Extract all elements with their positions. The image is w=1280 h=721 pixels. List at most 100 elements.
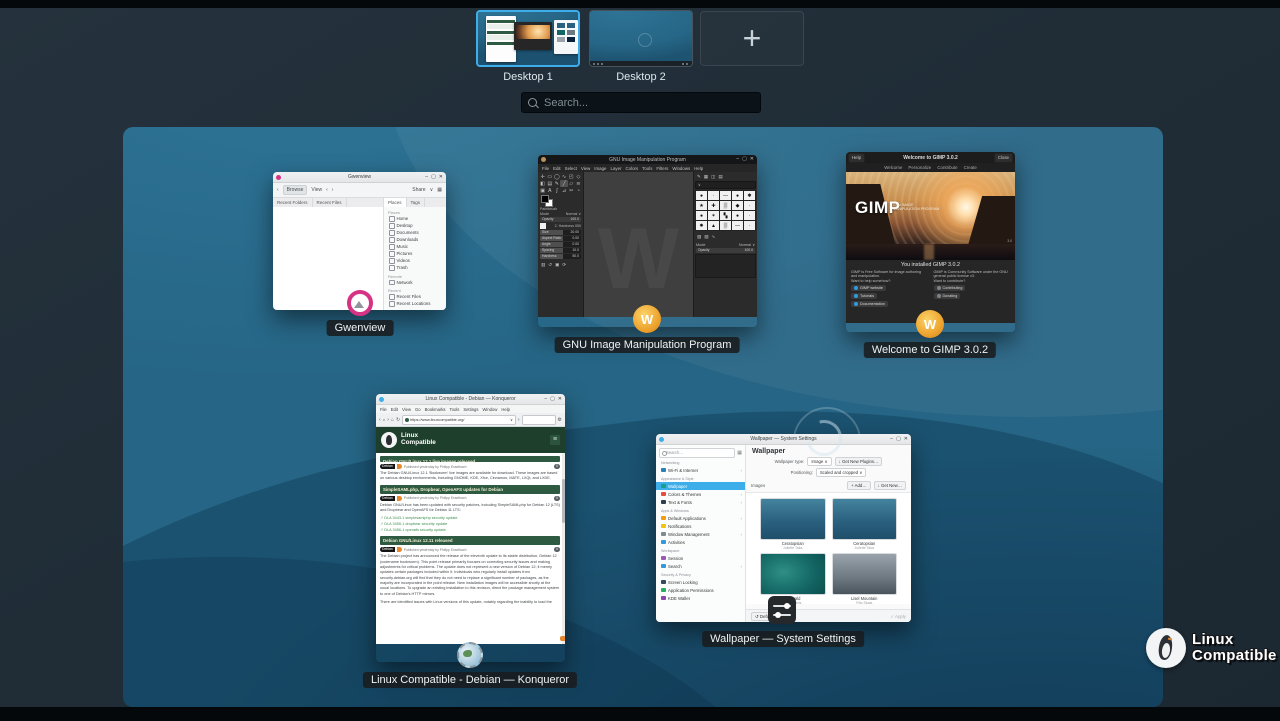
go-icon[interactable]: › bbox=[518, 417, 520, 423]
article-heading[interactable]: Debian GNU/Linux 12.11 released bbox=[380, 536, 560, 545]
konqueror-menu-item[interactable]: File bbox=[380, 407, 387, 412]
channels-tab-icon[interactable]: ▨ bbox=[704, 234, 708, 240]
scrollbar[interactable] bbox=[562, 453, 565, 644]
gwenview-tab[interactable]: Recent Folders bbox=[273, 198, 313, 207]
web-search-box[interactable] bbox=[522, 415, 556, 425]
layer-opacity-slider[interactable]: Opacity100.0 bbox=[696, 248, 755, 253]
brush-cell[interactable]: — bbox=[720, 191, 731, 200]
welcome-tab[interactable]: Create bbox=[964, 165, 977, 170]
konqueror-menu-item[interactable]: Settings bbox=[463, 407, 478, 412]
layers-list[interactable] bbox=[695, 254, 756, 278]
brush-cell[interactable]: ● bbox=[732, 211, 743, 220]
tool-icon[interactable]: ▱ bbox=[568, 180, 575, 187]
opacity-slider[interactable]: Opacity100.0 bbox=[540, 217, 581, 222]
page-content[interactable]: Debian GNU/Linux 12.1 live images releas… bbox=[376, 453, 565, 644]
positioning-select[interactable]: Scaled and cropped ∨ bbox=[816, 468, 867, 477]
back-icon[interactable]: ‹ bbox=[277, 187, 279, 193]
settings-sidebar-item[interactable]: Default Applications › bbox=[656, 514, 745, 522]
gimp-menu-item[interactable]: File bbox=[542, 166, 549, 171]
chevron-down-icon[interactable]: ∨ bbox=[510, 417, 513, 422]
places-tab[interactable]: Places bbox=[384, 198, 407, 207]
places-item[interactable]: Recent Files bbox=[389, 294, 446, 300]
delete-tool-preset-icon[interactable]: ▣ bbox=[555, 262, 559, 268]
tool-icon[interactable]: ◯ bbox=[553, 173, 560, 180]
browse-button[interactable]: Browse bbox=[283, 185, 308, 195]
patterns-tab-icon[interactable]: ▦ bbox=[704, 174, 708, 180]
previous-icon[interactable]: ‹ bbox=[326, 187, 328, 193]
gimp-menu-item[interactable]: View bbox=[581, 166, 590, 171]
view-button[interactable]: View bbox=[311, 187, 322, 193]
add-desktop-button[interactable]: + bbox=[700, 11, 804, 66]
settings-sidebar-item[interactable]: Wallpaper bbox=[656, 482, 745, 490]
konqueror-menu-item[interactable]: Help bbox=[501, 407, 510, 412]
welcome-tab[interactable]: Contribute bbox=[937, 165, 957, 170]
places-item[interactable]: Network bbox=[389, 280, 446, 286]
settings-sidebar-item[interactable]: Colors & Themes › bbox=[656, 490, 745, 498]
fg-bg-color-swatch[interactable] bbox=[541, 195, 553, 206]
welcome-tab[interactable]: Personalize bbox=[908, 165, 931, 170]
places-item[interactable]: Music bbox=[389, 244, 446, 250]
desktop-1-thumbnail[interactable] bbox=[476, 10, 580, 67]
add-image-button[interactable]: + Add… bbox=[847, 481, 870, 490]
brush-cell[interactable]: ▒ bbox=[720, 221, 731, 230]
tool-icon[interactable]: ▤ bbox=[546, 180, 553, 187]
brush-cell[interactable]: ✸ bbox=[696, 221, 707, 230]
tool-icon[interactable]: ◇ bbox=[575, 173, 582, 180]
konqueror-menu-item[interactable]: Bookmarks bbox=[425, 407, 446, 412]
konqueror-menu-item[interactable]: Edit bbox=[391, 407, 398, 412]
window-konqueror[interactable]: Linux Compatible - Debian — Konqueror –▢… bbox=[376, 394, 565, 662]
get-new-wallpapers-button[interactable]: ↓ Get New… bbox=[874, 481, 906, 490]
tool-icon[interactable]: ⊿ bbox=[560, 187, 567, 194]
settings-sidebar-item[interactable]: Text & Fonts › bbox=[656, 498, 745, 506]
tool-icon[interactable]: ╱ bbox=[560, 180, 567, 187]
window-controls[interactable]: –▢✕ bbox=[736, 157, 757, 162]
chevron-down-icon[interactable]: ∨ bbox=[383, 418, 386, 422]
tool-icon[interactable]: ∿ bbox=[560, 173, 567, 180]
settings-sidebar-item[interactable]: Search › bbox=[656, 562, 745, 570]
settings-sidebar-item[interactable]: KDE Wallet bbox=[656, 594, 745, 602]
gimp-menu-item[interactable]: Edit bbox=[553, 166, 561, 171]
gimp-menu-item[interactable]: Colors bbox=[625, 166, 638, 171]
brushes-tab-icon[interactable]: ✎ bbox=[697, 174, 701, 180]
settings-sidebar-item[interactable]: Wi-Fi & Internet › bbox=[656, 466, 745, 474]
window-system-settings[interactable]: Wallpaper — System Settings –▢✕ Search… … bbox=[656, 434, 911, 622]
tool-icon[interactable]: ✂ bbox=[568, 187, 575, 194]
tool-icon[interactable]: ✛ bbox=[539, 173, 546, 180]
window-controls[interactable]: –▢✕ bbox=[544, 397, 565, 402]
close-button[interactable]: Close bbox=[994, 153, 1013, 163]
brush-cell[interactable]: · bbox=[708, 191, 719, 200]
welcome-link-button[interactable]: GIMP website bbox=[851, 285, 886, 291]
gimp-canvas[interactable]: W bbox=[584, 172, 693, 317]
konqueror-menu-item[interactable]: Window bbox=[482, 407, 497, 412]
tool-icon[interactable]: ✎ bbox=[553, 180, 560, 187]
brush-cell[interactable]: ✶ bbox=[708, 211, 719, 220]
wallpaper-thumbnail[interactable] bbox=[760, 498, 826, 540]
grid-view-icon[interactable]: ▦ bbox=[437, 187, 442, 193]
tool-icon[interactable]: ◰ bbox=[568, 173, 575, 180]
get-new-plugins-button[interactable]: ↓ Get New Plugins… bbox=[835, 457, 883, 466]
layers-tab-icon[interactable]: ▧ bbox=[697, 234, 701, 240]
desktop-1-label[interactable]: Desktop 1 bbox=[503, 71, 553, 83]
places-item[interactable]: Trash bbox=[389, 265, 446, 271]
places-item[interactable]: Home bbox=[389, 216, 446, 222]
brush-cell[interactable]: · bbox=[744, 221, 755, 230]
window-controls[interactable]: –▢✕ bbox=[890, 437, 911, 442]
konqueror-menu-item[interactable]: View bbox=[402, 407, 411, 412]
wallpaper-tile[interactable]: Lisel Mountain Filip Skala bbox=[832, 553, 898, 604]
brush-cell[interactable]: · bbox=[744, 201, 755, 210]
settings-sidebar-item[interactable]: Screen Locking bbox=[656, 578, 745, 586]
tool-option-slider[interactable]: Size 20.00 bbox=[540, 230, 581, 235]
places-item[interactable]: Videos bbox=[389, 258, 446, 264]
brush-cell[interactable]: ✚ bbox=[708, 201, 719, 210]
tool-icon[interactable]: ≋ bbox=[575, 180, 582, 187]
article-link[interactable]: DLA 3456-1 openafs security update bbox=[380, 528, 560, 534]
documents-tab-icon[interactable]: ▤ bbox=[718, 174, 722, 180]
brush-cell[interactable]: ● bbox=[696, 191, 707, 200]
wallpaper-tile[interactable]: Ceratopsian Juliette Taka bbox=[760, 498, 826, 550]
tool-icon[interactable]: ◔ bbox=[575, 187, 582, 194]
tool-option-slider[interactable]: Spacing 10.0 bbox=[540, 248, 581, 253]
gimp-menu-item[interactable]: Filters bbox=[656, 166, 668, 171]
wallpaper-thumbnail[interactable] bbox=[832, 553, 898, 595]
gimp-menu-item[interactable]: Select bbox=[565, 166, 577, 171]
konqueror-menu-item[interactable]: Go bbox=[415, 407, 421, 412]
